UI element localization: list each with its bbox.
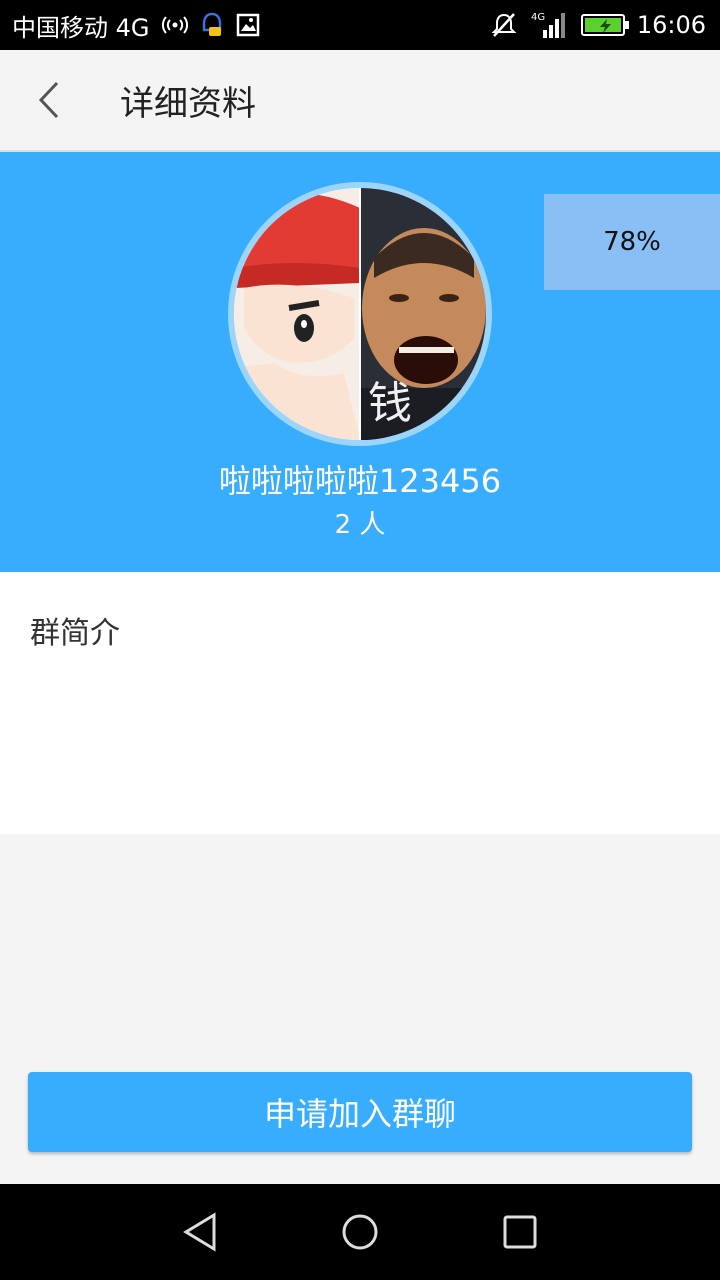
battery-icon	[580, 14, 629, 36]
group-name: 啦啦啦啦啦123456	[218, 462, 502, 500]
nav-recents-button[interactable]	[480, 1192, 560, 1272]
group-header: 钱 78% 啦啦啦啦啦123456 2 人	[0, 152, 720, 572]
nav-home-button[interactable]	[320, 1192, 400, 1272]
system-nav-bar	[0, 1184, 720, 1280]
back-button[interactable]	[0, 50, 100, 150]
status-left: 中国移动 4G	[12, 8, 260, 43]
nav-back-button[interactable]	[160, 1192, 240, 1272]
carrier-label: 中国移动 4G	[12, 13, 150, 42]
chevron-left-icon	[38, 81, 59, 119]
avatar-image: 钱	[234, 188, 486, 440]
progress-badge: 78%	[544, 194, 720, 290]
page-title: 详细资料	[120, 83, 256, 124]
battery-level	[584, 18, 621, 33]
hotspot-icon	[161, 15, 188, 35]
qq-notification-icon	[200, 12, 224, 38]
group-intro-panel: 群简介	[0, 572, 720, 834]
back-triangle-icon	[183, 1212, 216, 1252]
status-bar: 中国移动 4G 4G 16:06	[0, 0, 720, 50]
svg-text:钱: 钱	[368, 378, 412, 429]
status-time: 16:06	[636, 11, 706, 39]
gallery-icon	[236, 13, 260, 37]
home-circle-icon	[342, 1214, 378, 1250]
signal-icon: 4G	[529, 10, 569, 40]
member-count[interactable]: 2 人	[0, 504, 720, 541]
status-right: 4G 16:06	[491, 10, 706, 40]
svg-text:4G: 4G	[531, 12, 545, 23]
recents-square-icon	[503, 1215, 537, 1249]
mute-icon	[491, 12, 517, 38]
title-bar: 详细资料	[0, 50, 720, 152]
group-avatar[interactable]: 钱	[228, 182, 492, 446]
join-group-button[interactable]: 申请加入群聊	[28, 1072, 692, 1152]
group-intro-label: 群简介	[30, 616, 120, 651]
